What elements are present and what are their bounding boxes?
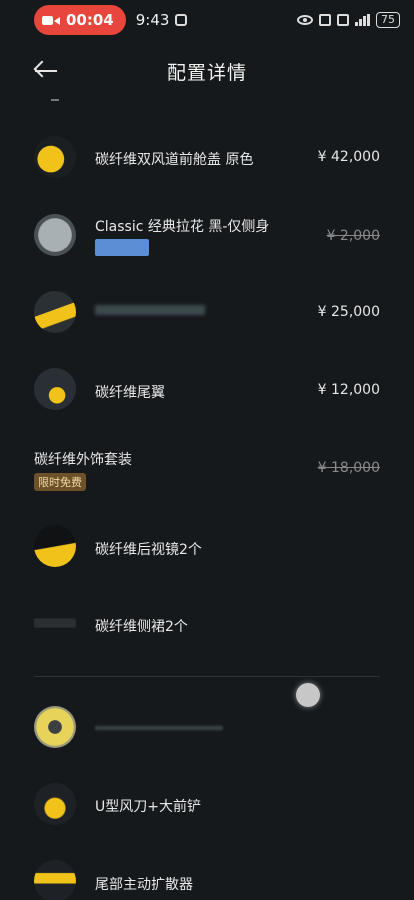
free-badge: 限时免费 [34,473,86,491]
video-camera-icon [42,14,60,27]
nfc-icon [319,14,331,26]
item-name: 尾部主动扩散器 [95,877,193,893]
item-price: ¥ 2,000 [326,228,380,244]
item-thumbnail [34,783,76,825]
list-item[interactable]: 碳纤维尾翼 ¥ 12,000 [0,368,414,412]
item-thumbnail [34,602,76,644]
divider [34,676,380,677]
item-price: ¥ 25,000 [317,304,380,320]
list-item[interactable]: 碳纤维外饰套装 限时免费 ¥ 18,000 [0,449,414,493]
touch-indicator [296,683,320,707]
screen-record-indicator[interactable]: 00:04 [34,5,126,35]
list-item[interactable]: ¥ 25,000 [0,291,414,335]
item-name: U型风刀+大前铲 [95,799,201,815]
item-name [95,305,205,315]
item-name: 碳纤维后视镜2个 [95,542,202,558]
item-thumbnail [34,860,76,900]
item-thumbnail [34,136,76,178]
system-icons: 75 [297,12,400,28]
page-title: 配置详情 [166,62,247,84]
bluetooth-icon [337,14,349,26]
signal-icon [355,14,370,26]
battery-indicator: 75 [376,12,400,28]
promo-tag [95,239,149,256]
item-name: Classic 经典拉花 黑-仅侧身 [95,219,270,235]
list-item[interactable]: 碳纤维后视镜2个 [0,525,414,569]
item-thumbnail [34,706,76,748]
status-clock: 9:43 [135,11,170,29]
item-price: ¥ 12,000 [317,382,380,398]
item-thumbnail [34,214,76,256]
item-name: 碳纤维外饰套装 [34,452,132,468]
list-item[interactable]: 碳纤维双风道前舱盖 原色 ¥ 42,000 [0,136,414,180]
item-thumbnail [34,368,76,410]
item-thumbnail [34,525,76,567]
scroll-indicator [51,99,59,101]
item-name: 碳纤维尾翼 [95,385,165,401]
status-bar: 00:04 9:43 75 [0,0,414,40]
list-item[interactable]: Classic 经典拉花 黑-仅侧身 ¥ 2,000 [0,214,414,258]
eye-icon [297,15,313,25]
record-time: 00:04 [66,11,114,29]
item-name: 碳纤维侧裙2个 [95,619,188,635]
item-thumbnail [34,291,76,333]
list-item[interactable]: U型风刀+大前铲 [0,783,414,827]
item-price: ¥ 18,000 [317,460,380,476]
item-price: ¥ 42,000 [317,149,380,165]
item-name: 碳纤维双风道前舱盖 原色 [95,152,254,168]
list-item[interactable]: 碳纤维侧裙2个 [0,602,414,646]
nav-bar: 配置详情 [0,48,414,94]
list-item[interactable]: 尾部主动扩散器 [0,860,414,900]
item-name [95,726,223,730]
message-icon [175,14,188,26]
